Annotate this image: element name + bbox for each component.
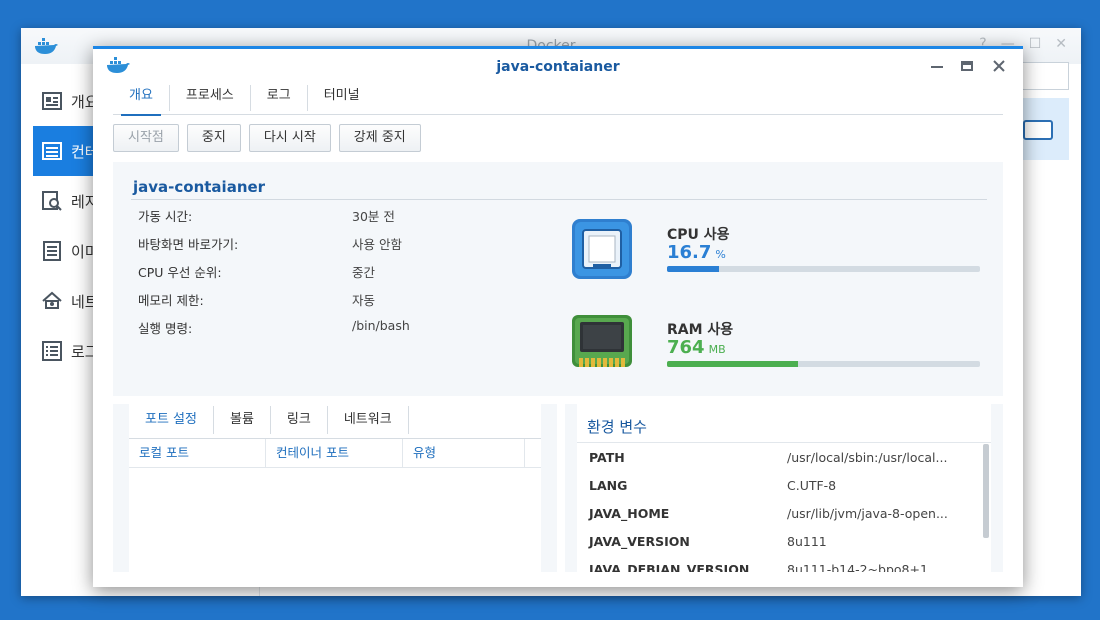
tab-port-settings[interactable]: 포트 설정 (129, 406, 214, 434)
overview-icon (41, 90, 63, 112)
close-icon (993, 60, 1005, 72)
env-row: LANG C.UTF-8 (589, 478, 969, 502)
env-name: JAVA_DEBIAN_VERSION (589, 562, 750, 572)
env-row: JAVA_HOME /usr/lib/jvm/java-8-open... (589, 506, 969, 530)
info-row-command: 실행 명령: /bin/bash (138, 318, 538, 338)
column-container-port[interactable]: 컨테이너 포트 (266, 439, 403, 467)
ports-tab-bar: 포트 설정 볼륨 링크 네트워크 (129, 406, 409, 436)
ram-memory-icon (571, 312, 633, 378)
minimize-button[interactable] (927, 57, 947, 75)
ram-usage-bar (667, 361, 980, 367)
maximize-icon (961, 61, 973, 71)
action-toolbar: 시작점 중지 다시 시작 강제 중지 (113, 124, 421, 152)
env-row: JAVA_VERSION 8u111 (589, 534, 969, 558)
cpu-usage-number: 16.7 (667, 242, 712, 263)
info-value: 30분 전 (352, 209, 395, 224)
env-name: JAVA_VERSION (589, 534, 690, 549)
container-icon (41, 140, 63, 162)
registry-icon (41, 190, 63, 212)
ram-usage-unit: MB (708, 343, 726, 356)
network-icon (41, 290, 63, 312)
tab-overview[interactable]: 개요 (113, 85, 170, 116)
info-row-desktop-shortcut: 바탕화면 바로가기: 사용 안함 (138, 234, 538, 254)
environment-panel: 환경 변수 PATH /usr/local/sbin:/usr/local...… (565, 404, 1003, 572)
ports-panel: 포트 설정 볼륨 링크 네트워크 로컬 포트 컨테이너 포트 유형 (113, 404, 557, 572)
info-label: 가동 시간: (138, 209, 193, 224)
divider (131, 199, 987, 200)
ram-usage-bar-fill (667, 361, 799, 367)
environment-title: 환경 변수 (587, 418, 647, 436)
env-scrollbar[interactable] (983, 444, 989, 538)
log-icon (41, 340, 63, 362)
tab-log[interactable]: 로그 (251, 85, 308, 111)
ports-panel-content: 포트 설정 볼륨 링크 네트워크 로컬 포트 컨테이너 포트 유형 (129, 404, 541, 572)
maximize-button[interactable] (957, 57, 977, 75)
env-value: 8u111 (787, 534, 827, 549)
container-detail-dialog: java-contaianer 개요 프로세스 로그 터미널 시작점 중지 다시… (93, 46, 1023, 587)
force-stop-button[interactable]: 강제 중지 (338, 124, 421, 152)
cpu-usage-bar-fill (667, 266, 720, 272)
tab-network[interactable]: 네트워크 (328, 406, 409, 434)
env-name: JAVA_HOME (589, 506, 670, 521)
maximize-icon[interactable]: ☐ (1029, 36, 1042, 52)
info-label: 바탕화면 바로가기: (138, 237, 239, 252)
overview-panel: java-contaianer 가동 시간: 30분 전 바탕화면 바로가기: … (113, 162, 1003, 396)
env-name: PATH (589, 450, 625, 465)
env-value: 8u111-b14-2~bpo8+1 (787, 562, 928, 572)
env-value: /usr/local/sbin:/usr/local... (787, 450, 948, 465)
info-value: /bin/bash (352, 318, 410, 333)
tab-volume[interactable]: 볼륨 (214, 406, 271, 434)
ram-usage-number: 764 (667, 337, 705, 358)
tab-terminal[interactable]: 터미널 (308, 85, 376, 111)
close-button[interactable] (989, 57, 1009, 75)
stop-button[interactable]: 중지 (186, 124, 241, 152)
env-value: C.UTF-8 (787, 478, 837, 493)
image-icon (41, 240, 63, 262)
info-row-memory-limit: 메모리 제한: 자동 (138, 290, 538, 310)
cpu-usage-unit: % (715, 248, 726, 261)
dialog-title: java-contaianer (496, 59, 620, 75)
column-type[interactable]: 유형 (403, 439, 525, 467)
cpu-chip-icon (571, 218, 633, 284)
cpu-usage-label: CPU 사용 (667, 227, 730, 243)
info-row-cpu-priority: CPU 우선 순위: 중간 (138, 262, 538, 282)
cpu-usage-value: 16.7% (667, 242, 726, 263)
info-row-uptime: 가동 시간: 30분 전 (138, 206, 538, 226)
environment-panel-content: 환경 변수 PATH /usr/local/sbin:/usr/local...… (577, 404, 991, 572)
ram-usage-label: RAM 사용 (667, 322, 734, 338)
dialog-titlebar: java-contaianer (93, 49, 1023, 85)
close-icon[interactable]: ✕ (1055, 36, 1067, 52)
env-name: LANG (589, 478, 628, 493)
info-value: 자동 (352, 293, 376, 308)
container-toggle-switch[interactable] (1023, 120, 1053, 140)
column-local-port[interactable]: 로컬 포트 (129, 439, 266, 467)
container-name-heading: java-contaianer (133, 178, 266, 196)
ram-usage-value: 764 MB (667, 337, 726, 358)
tab-link[interactable]: 링크 (271, 406, 328, 434)
tab-process[interactable]: 프로세스 (170, 85, 251, 111)
env-row: PATH /usr/local/sbin:/usr/local... (589, 450, 969, 474)
info-label: CPU 우선 순위: (138, 265, 222, 280)
start-button[interactable]: 시작점 (113, 124, 179, 152)
dialog-tab-bar: 개요 프로세스 로그 터미널 (113, 83, 1003, 116)
env-value: /usr/lib/jvm/java-8-open... (787, 506, 948, 521)
info-label: 메모리 제한: (138, 293, 204, 308)
info-value: 중간 (352, 265, 376, 280)
env-row: JAVA_DEBIAN_VERSION 8u111-b14-2~bpo8+1 (589, 562, 969, 572)
cpu-usage-bar (667, 266, 980, 272)
info-label: 실행 명령: (138, 321, 193, 336)
divider (577, 442, 991, 443)
minimize-icon (931, 66, 943, 68)
ports-table-header: 로컬 포트 컨테이너 포트 유형 (129, 438, 541, 468)
restart-button[interactable]: 다시 시작 (248, 124, 331, 152)
info-value: 사용 안함 (352, 237, 402, 252)
